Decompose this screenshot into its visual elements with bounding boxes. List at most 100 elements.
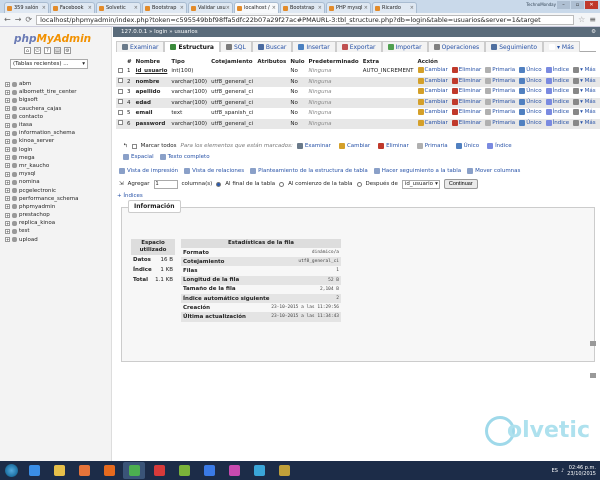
sidebar-database-item[interactable]: + pcgelectronic bbox=[5, 186, 78, 194]
row-action-3[interactable]: Único bbox=[519, 98, 542, 105]
row-action-3[interactable]: Único bbox=[519, 119, 542, 126]
sidebar-database-item[interactable]: + contacto bbox=[5, 113, 78, 121]
tab-close-icon[interactable]: × bbox=[272, 5, 276, 11]
page-settings-icon[interactable]: ⚙ bbox=[591, 27, 596, 37]
close-button[interactable]: ✕ bbox=[585, 1, 598, 9]
expand-plus-icon[interactable]: + bbox=[5, 237, 10, 243]
sidebar-database-item[interactable]: + kinoa_server bbox=[5, 137, 78, 145]
row-action-1[interactable]: Eliminar bbox=[451, 88, 481, 95]
row-action-4[interactable]: Índice bbox=[545, 119, 569, 126]
row-action-1[interactable]: Eliminar bbox=[451, 109, 481, 116]
row-action-1[interactable]: Eliminar bbox=[451, 119, 481, 126]
sidebar-database-item[interactable]: + albornett_tire_center bbox=[5, 88, 78, 96]
expand-plus-icon[interactable]: + bbox=[5, 212, 10, 218]
sidebar-database-item[interactable]: + phpmyadmin bbox=[5, 203, 78, 211]
row-action-0[interactable]: Cambiar bbox=[417, 77, 448, 84]
start-button[interactable] bbox=[2, 462, 20, 480]
marked-action-1[interactable]: Cambiar bbox=[338, 143, 370, 149]
browser-tab[interactable]: localhost / × bbox=[234, 2, 279, 13]
row-action-3[interactable]: Único bbox=[519, 109, 542, 116]
settings-icon[interactable]: ⚙ bbox=[64, 47, 71, 54]
browser-tab[interactable]: Ricardo × bbox=[372, 2, 417, 13]
add-count-input[interactable] bbox=[153, 179, 178, 189]
row-action-4[interactable]: Índice bbox=[545, 67, 569, 74]
forward-icon[interactable]: → bbox=[15, 15, 22, 24]
sidebar-database-item[interactable]: + nomina bbox=[5, 178, 78, 186]
expand-plus-icon[interactable]: + bbox=[5, 220, 10, 226]
browser-tab[interactable]: Bootstrap × bbox=[142, 2, 187, 13]
expand-plus-icon[interactable]: + bbox=[5, 114, 10, 120]
back-icon[interactable]: ← bbox=[4, 15, 11, 24]
docs-icon[interactable]: ▤ bbox=[54, 47, 61, 54]
row-action-0[interactable]: Cambiar bbox=[417, 119, 448, 126]
row-action-2[interactable]: Primaria bbox=[485, 98, 515, 105]
browser-tab[interactable]: PHP mysql × bbox=[326, 2, 371, 13]
structure-link-2[interactable]: Planteamiento de la estructura de tabla bbox=[250, 168, 368, 174]
tab-1[interactable]: Estructura bbox=[164, 41, 220, 52]
reload-icon[interactable]: ⟳ bbox=[25, 15, 32, 24]
structure-link-3[interactable]: Hacer seguimiento a la tabla bbox=[373, 168, 461, 174]
tab-5[interactable]: Exportar bbox=[335, 41, 382, 52]
sidebar-database-item[interactable]: + mysql bbox=[5, 170, 78, 178]
cell-name[interactable]: nombre bbox=[133, 76, 170, 87]
phpmyadmin-logo[interactable]: phpMyAdmin bbox=[14, 33, 91, 45]
row-action-0[interactable]: Cambiar bbox=[417, 98, 448, 105]
taskbar-app-app6[interactable] bbox=[148, 462, 170, 479]
sidebar-database-item[interactable]: + cauchera_cajas bbox=[5, 105, 78, 113]
tab-close-icon[interactable]: × bbox=[364, 5, 368, 11]
expand-plus-icon[interactable]: + bbox=[5, 130, 10, 136]
sidebar-database-item[interactable]: + information_schema bbox=[5, 129, 78, 137]
expand-plus-icon[interactable]: + bbox=[5, 138, 10, 144]
expand-plus-icon[interactable]: + bbox=[5, 81, 10, 87]
taskbar-app-app7[interactable] bbox=[173, 462, 195, 479]
row-action-3[interactable]: Único bbox=[519, 77, 542, 84]
row-action-2[interactable]: Primaria bbox=[485, 77, 515, 84]
browser-tab[interactable]: Solvetic × bbox=[96, 2, 141, 13]
tab-close-icon[interactable]: × bbox=[134, 5, 138, 11]
cell-name[interactable]: email bbox=[133, 108, 170, 119]
row-action-1[interactable]: Eliminar bbox=[451, 98, 481, 105]
row-checkbox[interactable] bbox=[118, 109, 123, 115]
sidebar-database-item[interactable]: + performance_schema bbox=[5, 195, 78, 203]
row-checkbox[interactable] bbox=[118, 88, 123, 94]
marked-action2-1[interactable]: Texto completo bbox=[159, 154, 210, 160]
expand-plus-icon[interactable]: + bbox=[5, 97, 10, 103]
expand-plus-icon[interactable]: + bbox=[5, 196, 10, 202]
row-action-0[interactable]: Cambiar bbox=[417, 67, 448, 74]
row-action-4[interactable]: Índice bbox=[545, 88, 569, 95]
row-action-4[interactable]: Índice bbox=[545, 109, 569, 116]
at-end-radio[interactable] bbox=[216, 181, 222, 187]
taskbar-app-ie[interactable] bbox=[23, 462, 45, 479]
tab-2[interactable]: SQL bbox=[219, 41, 252, 52]
row-checkbox[interactable] bbox=[118, 99, 123, 105]
structure-link-0[interactable]: Vista de impresión bbox=[119, 168, 178, 174]
expand-icon[interactable] bbox=[590, 373, 596, 378]
tab-close-icon[interactable]: × bbox=[88, 5, 92, 11]
expand-plus-icon[interactable]: + bbox=[5, 188, 10, 194]
tab-4[interactable]: Insertar bbox=[292, 41, 336, 52]
expand-plus-icon[interactable]: + bbox=[5, 171, 10, 177]
sidebar-database-item[interactable]: + bigsoft bbox=[5, 96, 78, 104]
home-icon[interactable]: ⌂ bbox=[24, 47, 31, 54]
row-action-0[interactable]: Cambiar bbox=[417, 109, 448, 116]
cell-name[interactable]: password bbox=[133, 118, 170, 129]
sidebar-database-item[interactable]: + prestachop bbox=[5, 211, 78, 219]
row-action-5[interactable]: ▾ Más bbox=[573, 109, 596, 116]
browser-tab[interactable]: Bootstrap × bbox=[280, 2, 325, 13]
row-action-2[interactable]: Primaria bbox=[485, 109, 515, 116]
tab-7[interactable]: Operaciones bbox=[427, 41, 486, 52]
row-action-5[interactable]: ▾ Más bbox=[573, 88, 596, 95]
maximize-button[interactable]: ▫ bbox=[571, 1, 584, 9]
expand-plus-icon[interactable]: + bbox=[5, 179, 10, 185]
expand-plus-icon[interactable]: + bbox=[5, 122, 10, 128]
taskbar-app-app10[interactable] bbox=[248, 462, 270, 479]
row-checkbox[interactable] bbox=[118, 78, 123, 84]
structure-link-4[interactable]: Mover columnas bbox=[467, 168, 520, 174]
row-action-5[interactable]: ▾ Más bbox=[573, 119, 596, 126]
taskbar-app-firefox[interactable] bbox=[98, 462, 120, 479]
tab-close-icon[interactable]: × bbox=[410, 5, 414, 11]
tab-close-icon[interactable]: × bbox=[180, 5, 184, 11]
browser-tab[interactable]: 359 salón × bbox=[4, 2, 49, 13]
continue-button[interactable]: Continuar bbox=[443, 179, 478, 189]
expand-plus-icon[interactable]: + bbox=[5, 155, 10, 161]
